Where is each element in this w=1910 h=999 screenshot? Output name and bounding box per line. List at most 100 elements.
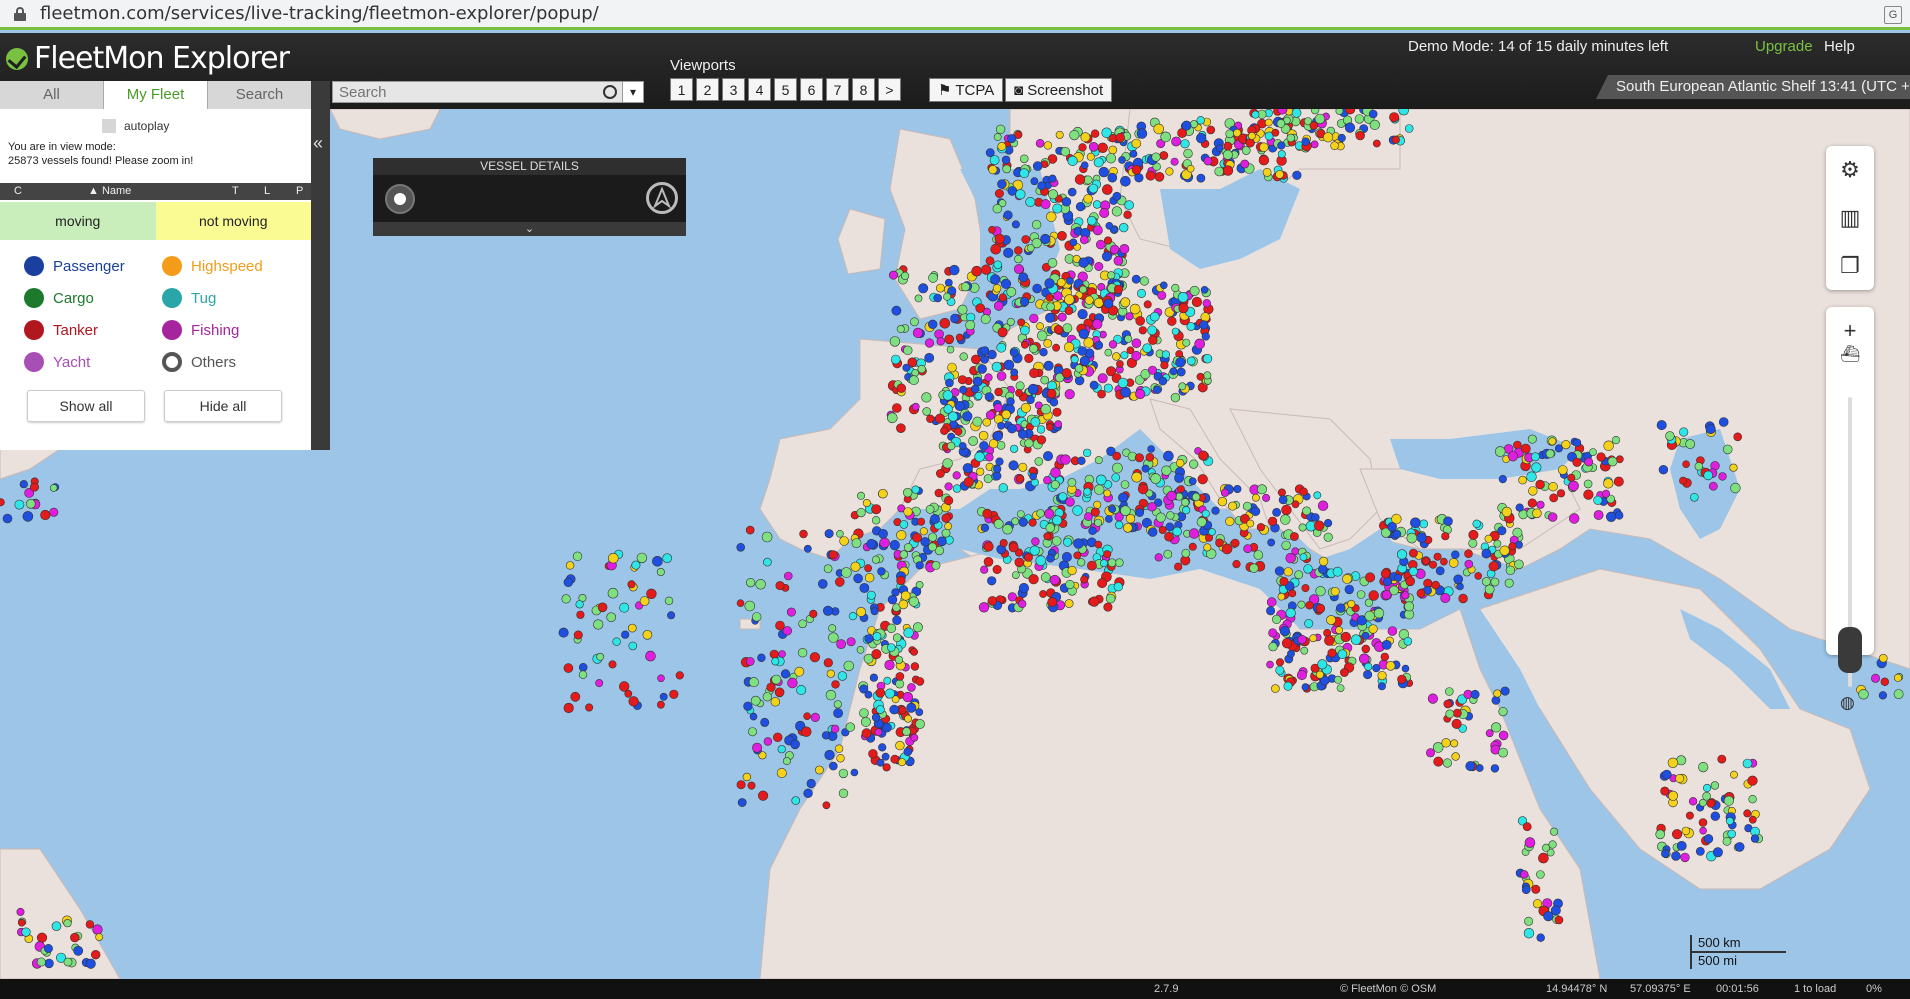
vessel-marker[interactable]	[915, 677, 925, 686]
vessel-marker[interactable]	[1275, 665, 1285, 675]
vessel-marker[interactable]	[1036, 330, 1048, 341]
search-input[interactable]	[333, 82, 625, 102]
vessel-marker[interactable]	[910, 662, 920, 671]
viewport-button-2[interactable]: 2	[696, 78, 719, 101]
vessel-marker[interactable]	[656, 567, 665, 576]
vessel-marker[interactable]	[1508, 542, 1517, 551]
vessel-marker[interactable]	[937, 536, 947, 547]
vessel-marker[interactable]	[864, 634, 874, 644]
vessel-marker[interactable]	[1145, 170, 1156, 181]
vessel-marker[interactable]	[44, 958, 54, 969]
vessel-marker[interactable]	[1266, 660, 1274, 669]
tab-all[interactable]: All	[0, 81, 104, 109]
vessel-marker[interactable]	[1242, 501, 1252, 511]
vessel-marker[interactable]	[968, 436, 978, 446]
vessel-marker[interactable]	[1155, 512, 1166, 523]
vessel-marker[interactable]	[1671, 829, 1683, 840]
vessel-marker[interactable]	[993, 301, 1004, 311]
vessel-marker[interactable]	[828, 624, 837, 633]
vessel-marker[interactable]	[965, 320, 976, 331]
vessel-marker[interactable]	[1682, 460, 1690, 469]
vessel-marker[interactable]	[828, 761, 838, 771]
vessel-marker[interactable]	[1208, 528, 1216, 536]
vessel-marker[interactable]	[1748, 815, 1757, 824]
vessel-marker[interactable]	[1120, 386, 1131, 398]
vessel-marker[interactable]	[1064, 389, 1075, 400]
vessel-marker[interactable]	[1703, 470, 1713, 481]
vessel-marker[interactable]	[1151, 152, 1161, 162]
column-p[interactable]: P	[296, 185, 303, 197]
vessel-marker[interactable]	[838, 768, 849, 779]
vessel-marker[interactable]	[565, 561, 575, 570]
vessel-marker[interactable]	[995, 124, 1006, 134]
vessel-marker[interactable]	[1567, 473, 1576, 482]
vessel-marker[interactable]	[1593, 495, 1603, 505]
vessel-marker[interactable]	[850, 768, 859, 777]
vessel-marker[interactable]	[1073, 551, 1082, 560]
vessel-marker[interactable]	[49, 484, 58, 492]
vessel-marker[interactable]	[1337, 133, 1346, 143]
vessel-marker[interactable]	[1299, 487, 1308, 496]
vessel-marker[interactable]	[1049, 574, 1060, 586]
vessel-marker[interactable]	[1136, 128, 1148, 139]
vessel-marker[interactable]	[914, 294, 923, 303]
vessel-marker[interactable]	[1131, 338, 1142, 348]
vessel-marker[interactable]	[1223, 141, 1233, 151]
vessel-marker[interactable]	[1105, 222, 1114, 230]
vessel-marker[interactable]	[888, 270, 898, 280]
vessel-marker[interactable]	[856, 508, 866, 518]
vessel-marker[interactable]	[1196, 372, 1205, 381]
vessel-marker[interactable]	[954, 427, 963, 436]
vessel-marker[interactable]	[775, 581, 785, 591]
vessel-marker[interactable]	[828, 632, 839, 643]
vessel-marker[interactable]	[669, 689, 679, 699]
vessel-marker[interactable]	[931, 560, 941, 570]
vessel-marker[interactable]	[628, 641, 638, 651]
vessel-marker[interactable]	[1583, 479, 1593, 489]
vessel-marker[interactable]	[1195, 133, 1207, 144]
vessel-marker[interactable]	[747, 781, 756, 790]
vessel-marker[interactable]	[1309, 121, 1319, 130]
vessel-marker[interactable]	[1074, 375, 1085, 386]
vessel-marker[interactable]	[1029, 545, 1040, 556]
vessel-marker[interactable]	[891, 403, 902, 413]
vessel-marker[interactable]	[1123, 522, 1133, 533]
vessel-marker[interactable]	[999, 538, 1008, 547]
vessel-marker[interactable]	[833, 700, 842, 709]
vessel-marker[interactable]	[624, 689, 633, 698]
vessel-marker[interactable]	[1547, 512, 1558, 522]
vessel-marker[interactable]	[1028, 574, 1039, 585]
vessel-marker[interactable]	[1725, 816, 1734, 825]
vessel-marker[interactable]	[1442, 758, 1452, 768]
vessel-marker[interactable]	[1593, 510, 1604, 520]
vessel-marker[interactable]	[1100, 559, 1108, 568]
vessel-marker[interactable]	[1211, 506, 1220, 515]
vessel-marker[interactable]	[1182, 338, 1191, 347]
vessel-marker[interactable]	[1011, 220, 1020, 229]
vessel-marker[interactable]	[1139, 276, 1149, 286]
vessel-marker[interactable]	[1094, 518, 1103, 527]
vessel-marker[interactable]	[1091, 318, 1103, 330]
vessel-marker[interactable]	[1093, 500, 1102, 509]
vessel-marker[interactable]	[1253, 550, 1264, 560]
vessel-marker[interactable]	[627, 580, 636, 589]
vessel-marker[interactable]	[1058, 492, 1068, 502]
vessel-marker[interactable]	[1290, 532, 1299, 541]
vessel-marker[interactable]	[1064, 294, 1075, 305]
vessel-marker[interactable]	[1159, 151, 1169, 160]
vessel-marker[interactable]	[1294, 570, 1304, 580]
vessel-marker[interactable]	[856, 645, 865, 654]
vessel-marker[interactable]	[1171, 327, 1180, 336]
vessel-marker[interactable]	[1605, 511, 1617, 522]
vessel-marker[interactable]	[1498, 475, 1507, 484]
vessel-marker[interactable]	[1710, 781, 1720, 790]
vessel-marker[interactable]	[618, 681, 630, 692]
vessel-marker[interactable]	[896, 423, 906, 434]
vessel-marker[interactable]	[17, 918, 26, 927]
vessel-marker[interactable]	[962, 411, 973, 422]
hide-all-button[interactable]: Hide all	[164, 390, 282, 422]
vessel-marker[interactable]	[1028, 518, 1037, 527]
vessel-marker[interactable]	[1135, 508, 1144, 517]
vessel-marker[interactable]	[796, 684, 807, 695]
vessel-marker[interactable]	[886, 643, 896, 652]
